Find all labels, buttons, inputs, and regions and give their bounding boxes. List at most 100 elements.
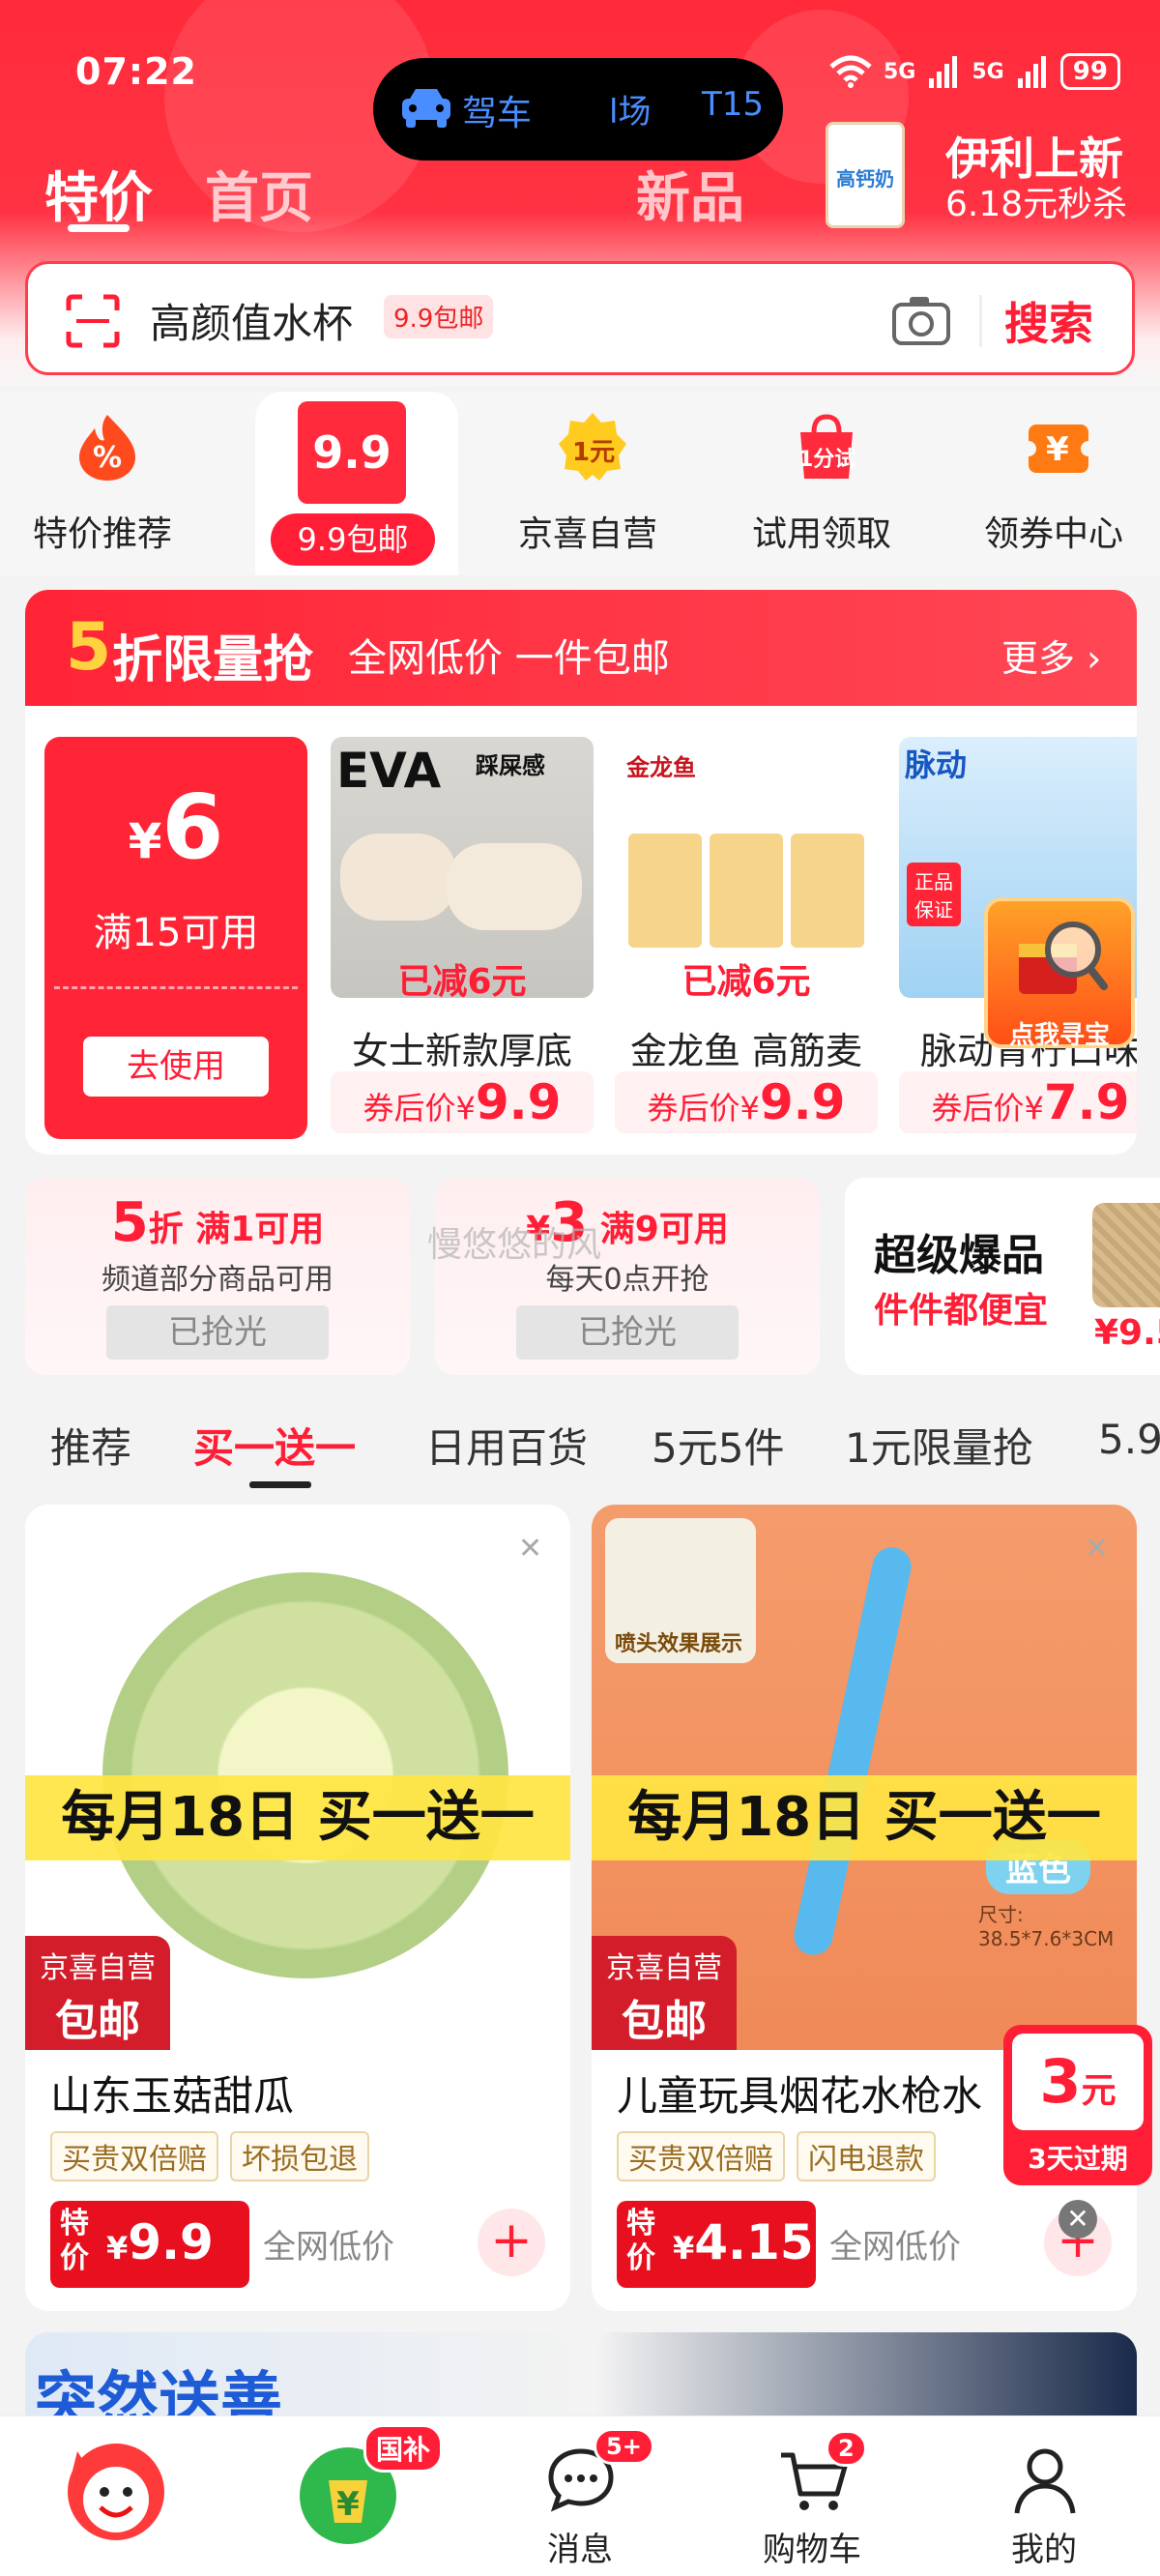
coupon-ticket-text: ¥ [1046,430,1069,469]
divider [54,986,298,989]
search-bar[interactable]: 高颜值水杯 9.9包邮 搜索 [25,261,1135,375]
more-link[interactable]: 更多 › [1001,629,1101,682]
category-label: 京喜自营 [517,514,657,554]
product-price: 券后价¥9.9 [331,1071,594,1133]
product-card[interactable]: ✕ 每月18日 买一送一 京喜自营 包邮 山东玉菇甜瓜 买贵双倍赔 坏损包退 特价… [25,1505,570,2311]
coupon-tile[interactable]: 5折 满1可用 频道部分商品可用 已抢光 [25,1178,410,1375]
promo-band: 每月18日 买一送一 [25,1775,570,1860]
product-image-text: 脉动 [905,746,968,783]
flash-sale-header: 5 折限量抢 全网低价 一件包邮 更多 › [25,590,1137,706]
sub-tabs: 推荐 买一送一 日用百货 5元5件 1元限量抢 5.9 [0,1392,1160,1489]
self-run-text: 京喜自营 [40,1951,156,1985]
authentic-badge: 正品保证 [907,863,961,926]
coupon-card[interactable]: ¥6 满15可用 去使用 [44,737,307,1139]
mascot-icon [68,2444,164,2540]
close-icon[interactable]: ✕ [518,1532,542,1566]
promo-banner[interactable]: 高钙奶 伊利上新 6.18元秒杀 [820,108,1160,244]
floating-coupon[interactable]: 3元 3天过期 ✕ [1003,2025,1152,2239]
coupon-condition: 满15可用 [93,911,259,955]
flash-sale-title: 折限量抢 [112,631,314,689]
milk-box-label: 高钙奶 [836,167,894,190]
special-price-badge: 特价 ¥9.9 [50,2201,249,2288]
battery-icon: 99 [1059,53,1120,90]
nav-messages[interactable]: 5+ 消息 [464,2416,696,2576]
flash-product[interactable]: EVA 踩屎感 已减6元 女士新款厚底 券后价¥9.9 [331,737,594,1139]
self-run-badge: 京喜自营 包邮 [592,1936,737,2050]
super-deal-title: 超级爆品 [874,1231,1044,1280]
close-icon[interactable]: ✕ [1058,2200,1097,2239]
add-to-cart-button[interactable]: + [478,2209,545,2276]
price-value: 9.9 [128,2214,214,2270]
coupon-value: 6 [161,776,224,879]
treasure-finder-label: 点我寻宝 [1008,1021,1110,1050]
floating-coupon-amount: 3元 [1012,2034,1144,2130]
price-currency: ¥ [106,2230,129,2267]
category-row: % 特价推荐 9.9 9.9包邮 1元 京喜自营 1分试 试用领取 ¥ 领券中心 [0,392,1160,575]
flash-sale-number: 5 [66,609,112,686]
product-name: 女士新款厚底 [351,1030,572,1072]
subtab-1-yuan[interactable]: 1元限量抢 [845,1416,1033,1475]
price-value: 9.9 [759,1074,846,1130]
bottom-nav: ¥ 国补 5+ 消息 2 购物车 我的 [0,2415,1160,2576]
nav-cart[interactable]: 2 购物车 [696,2416,928,2576]
nav-label: 购物车 [763,2531,861,2569]
discount-label: 已减6元 [682,962,811,1002]
coupon-amount: ¥6 [44,776,307,879]
price-amount: ¥4.15 [673,2214,814,2270]
self-run-text: 京喜自营 [606,1951,722,1985]
free-shipping-text: 包邮 [55,1997,140,2046]
nav-home[interactable] [0,2416,232,2576]
product-tag: 闪电退款 [797,2131,936,2181]
nav-mode: 驾车 [462,94,533,133]
use-coupon-button[interactable]: 去使用 [83,1037,269,1097]
watermark: 慢悠悠的风 [427,1225,602,1265]
product-price: 券后价¥7.9 [899,1071,1137,1133]
super-deal-card[interactable]: 超级爆品 件件都便宜 ¥9.5 [845,1178,1160,1375]
subtab-daily-goods[interactable]: 日用百货 [425,1416,588,1475]
floating-coupon-expiry: 3天过期 [1028,2143,1128,2175]
product-tag: 买贵双倍赔 [617,2131,785,2181]
cart-count-badge: 2 [826,2430,867,2467]
tab-new[interactable]: 新品 [636,155,744,233]
subtab-5-for-5[interactable]: 5元5件 [652,1416,784,1475]
user-icon [1014,2448,1076,2514]
sold-out-button[interactable]: 已抢光 [106,1305,329,1360]
milk-product-image: 高钙奶 [826,122,905,228]
category-label: 特价推荐 [32,514,172,554]
flash-product[interactable]: 金龙鱼 已减6元 金龙鱼 高筋麦 券后价¥9.9 [615,737,878,1139]
category-99[interactable]: 9.9 9.9包邮 [255,392,458,575]
search-button[interactable]: 搜索 [1004,289,1093,353]
price-currency: ¥ [673,2230,695,2267]
sold-out-button[interactable]: 已抢光 [516,1305,739,1360]
water-gun-shape [790,1543,915,1959]
nav-code: T15 [702,85,765,124]
coupon-currency: ¥ [128,813,162,869]
status-bar: 07:22 驾车 l场 T15 5G 5G 99 [0,39,1160,161]
scan-icon[interactable] [65,293,121,349]
category-label: 试用领取 [751,514,891,554]
treasure-finder-button[interactable]: 点我寻宝 [984,897,1135,1050]
product-thumbnail [1092,1203,1160,1307]
divider [979,295,982,347]
nav-profile[interactable]: 我的 [928,2416,1160,2576]
subtab-5-9[interactable]: 5.9 [1098,1416,1160,1463]
signal-bars-icon [1017,56,1046,88]
tab-home[interactable]: 首页 [205,155,313,233]
tab-special-price[interactable]: 特价 [44,155,153,233]
coin-badge-text: 1元 [572,438,616,467]
search-input[interactable]: 高颜值水杯 [150,291,353,350]
product-name: 儿童玩具烟花水枪水 [617,2072,983,2120]
camera-icon[interactable] [890,291,952,349]
subtab-buy-one-get-one[interactable]: 买一送一 [193,1416,356,1475]
close-icon[interactable]: ✕ [1085,1532,1109,1566]
product-card[interactable]: 喷头效果展示 尺寸: 38.5*7.6*3CM 蓝色 ✕ 每月18日 买一送一 … [592,1505,1137,2311]
subtab-recommend[interactable]: 推荐 [50,1416,131,1475]
coupon-tile[interactable]: ¥3 满9可用 每天0点开抢 已抢光 [435,1178,820,1375]
nav-label: 消息 [547,2531,613,2569]
floating-coupon-value: 3 [1039,2046,1082,2117]
nav-subsidy[interactable]: ¥ 国补 [232,2416,464,2576]
product-tags: 买贵双倍赔 闪电退款 [617,2131,936,2181]
message-count-badge: 5+ [594,2428,654,2465]
inset-label: 喷头效果展示 [615,1632,743,1656]
promo-band: 每月18日 买一送一 [592,1775,1137,1860]
